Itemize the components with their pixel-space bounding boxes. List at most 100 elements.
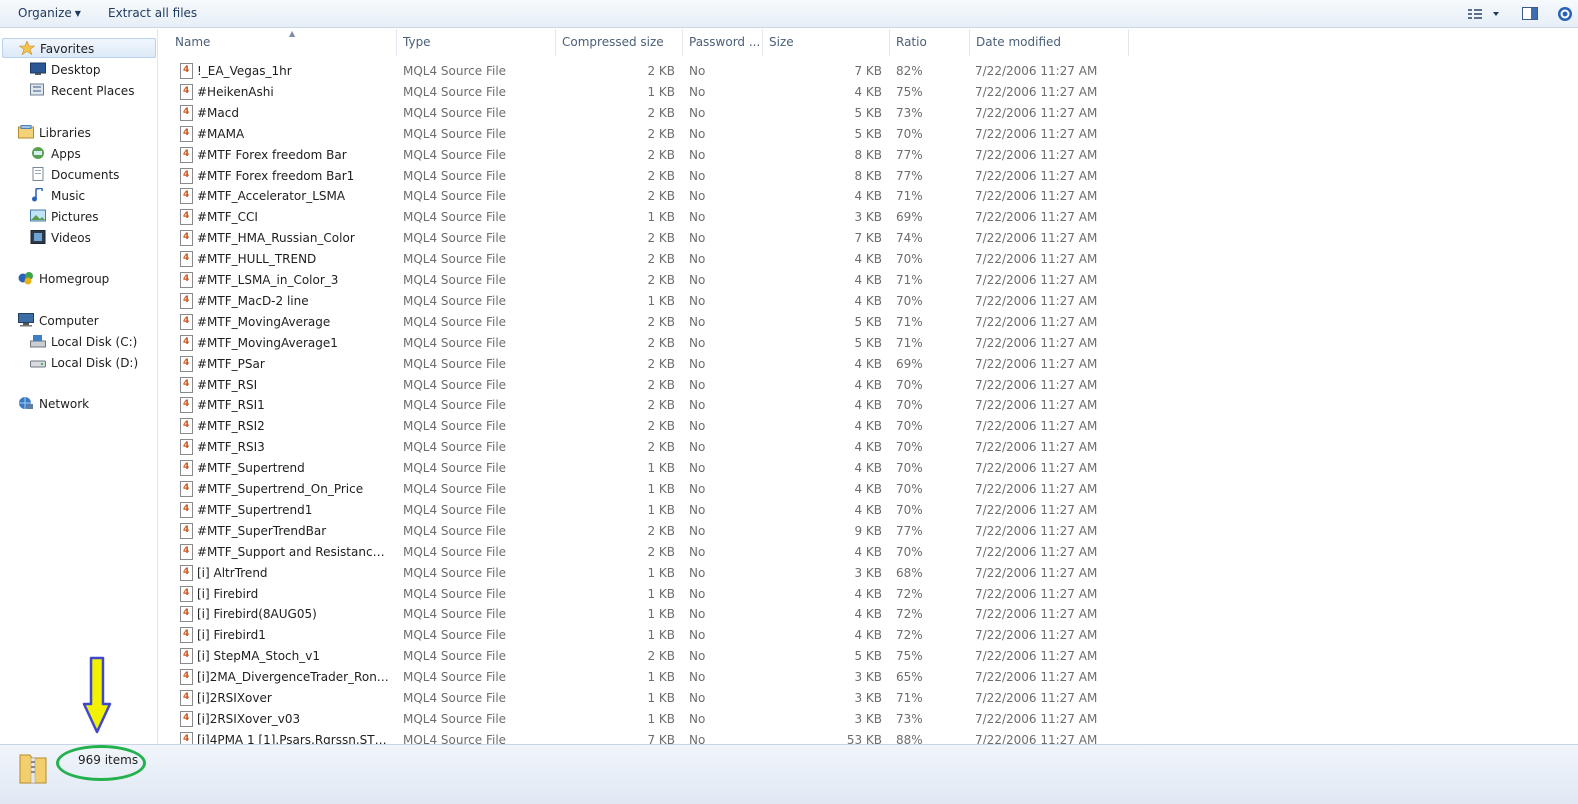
- table-row[interactable]: 4 #MTF_MacD-2 line MQL4 Source File 1 KB No 4…: [159, 291, 1578, 312]
- file-ratio: 88%: [896, 732, 923, 744]
- file-type: MQL4 Source File: [403, 189, 507, 204]
- table-row[interactable]: 4 [i] Firebird MQL4 Source File 1 KB No 4 KB 7…: [159, 584, 1578, 605]
- nav-network[interactable]: Network: [18, 394, 89, 414]
- column-header-name[interactable]: ▲ Name: [169, 29, 397, 56]
- file-type: MQL4 Source File: [403, 670, 507, 685]
- table-row[interactable]: 4 #MTF_RSI2 MQL4 Source File 2 KB No 4 KB 70% 7…: [159, 416, 1578, 437]
- table-row[interactable]: 4 [i] StepMA_Stoch_v1 MQL4 Source File 2 KB…: [159, 646, 1578, 667]
- file-size: 4 KB: [854, 252, 882, 267]
- column-header-size-label: Size: [769, 35, 794, 49]
- extract-all-button[interactable]: Extract all files: [108, 6, 197, 20]
- file-name: #MTF_HULL_TREND: [197, 252, 317, 267]
- table-row[interactable]: 4 #MTF_Supertrend_On_Price MQL4 Source Fil…: [159, 479, 1578, 500]
- table-row[interactable]: 4 #MTF_Support and Resistance (Bar... MQL4…: [159, 542, 1578, 563]
- table-row[interactable]: 4 #MTF_RSI1 MQL4 Source File 2 KB No 4 KB 70% 7…: [159, 395, 1578, 416]
- table-row[interactable]: 4 [i]2RSIXover MQL4 Source File 1 KB No 3 KB 7…: [159, 688, 1578, 709]
- column-header-date-modified[interactable]: Date modified: [970, 29, 1129, 56]
- file-ratio: 77%: [896, 147, 923, 162]
- table-row[interactable]: 4 [i]2RSIXover_v03 MQL4 Source File 1 KB No 3…: [159, 709, 1578, 730]
- table-row[interactable]: 4 #Macd MQL4 Source File 2 KB No 5 KB 73% 7/22/…: [159, 103, 1578, 124]
- file-name: #HeikenAshi: [197, 84, 274, 99]
- table-row[interactable]: 4 [i]4PMA 1 [1].Psars.Rgrssn.STD.V3 MQL4 S…: [159, 730, 1578, 744]
- nav-videos[interactable]: Videos: [30, 228, 91, 248]
- file-password: No: [689, 314, 706, 329]
- table-row[interactable]: 4 #MTF_RSI3 MQL4 Source File 2 KB No 4 KB 70% 7…: [159, 437, 1578, 458]
- table-row[interactable]: 4 #MTF_PSar MQL4 Source File 2 KB No 4 KB 69% 7…: [159, 354, 1578, 375]
- table-row[interactable]: 4 #MAMA MQL4 Source File 2 KB No 5 KB 70% 7/22/…: [159, 124, 1578, 145]
- mql4-file-icon: 4: [180, 439, 193, 456]
- file-type: MQL4 Source File: [403, 461, 507, 476]
- file-size: 8 KB: [854, 168, 882, 183]
- help-button[interactable]: [1555, 5, 1575, 23]
- table-row[interactable]: 4 #MTF_Supertrend MQL4 Source File 1 KB No 4 …: [159, 458, 1578, 479]
- chevron-down-icon: ▼: [74, 9, 81, 18]
- nav-apps[interactable]: Apps: [30, 144, 81, 164]
- mql4-file-icon: 4: [180, 167, 193, 184]
- file-name: [i] StepMA_Stoch_v1: [197, 649, 320, 664]
- table-row[interactable]: 4 [i] Firebird1 MQL4 Source File 1 KB No 4 KB…: [159, 625, 1578, 646]
- column-header-compressed-size[interactable]: Compressed size: [556, 29, 683, 56]
- file-ratio: 71%: [896, 691, 923, 705]
- nav-desktop[interactable]: Desktop: [30, 60, 101, 80]
- table-row[interactable]: 4 #MTF Forex freedom Bar1 MQL4 Source File…: [159, 166, 1578, 187]
- nav-local-disk-d[interactable]: Local Disk (D:): [30, 353, 138, 373]
- apps-icon: [32, 147, 44, 159]
- file-ratio: 70%: [896, 377, 923, 392]
- nav-music[interactable]: Music: [30, 186, 85, 206]
- table-row[interactable]: 4 #MTF Forex freedom Bar MQL4 Source File 2…: [159, 145, 1578, 166]
- file-date-modified: 7/22/2006 11:27 AM: [975, 293, 1098, 308]
- mql4-file-icon: 4: [180, 125, 193, 142]
- file-ratio: 72%: [896, 586, 923, 601]
- file-name: #MTF_HMA_Russian_Color: [197, 231, 355, 246]
- file-password: No: [689, 356, 706, 371]
- nav-homegroup[interactable]: Homegroup: [18, 269, 109, 289]
- table-row[interactable]: 4 #HeikenAshi MQL4 Source File 1 KB No 4 KB 75…: [159, 82, 1578, 103]
- preview-pane-button[interactable]: [1521, 5, 1539, 23]
- table-row[interactable]: 4 [i] Firebird(8AUG05) MQL4 Source File 1 K…: [159, 604, 1578, 625]
- file-size: 4 KB: [854, 293, 882, 308]
- table-row[interactable]: 4 #MTF_HMA_Russian_Color MQL4 Source File 2…: [159, 228, 1578, 249]
- table-row[interactable]: 4 #MTF_Supertrend1 MQL4 Source File 1 KB No 4…: [159, 500, 1578, 521]
- mql4-file-icon: 4: [180, 522, 193, 539]
- file-compressed-size: 1 KB: [647, 586, 675, 601]
- nav-computer[interactable]: Computer: [18, 311, 99, 331]
- file-name: [i] Firebird(8AUG05): [197, 607, 317, 622]
- file-ratio: 72%: [896, 607, 923, 622]
- column-header-size[interactable]: Size: [763, 29, 890, 56]
- table-row[interactable]: 4 #MTF_SuperTrendBar MQL4 Source File 2 KB N…: [159, 521, 1578, 542]
- nav-documents[interactable]: Documents: [30, 165, 119, 185]
- table-row[interactable]: 4 #MTF_RSI MQL4 Source File 2 KB No 4 KB 70% 7/…: [159, 375, 1578, 396]
- file-compressed-size: 2 KB: [647, 273, 675, 287]
- nav-recent-places[interactable]: Recent Places: [30, 81, 134, 101]
- table-row[interactable]: 4 #MTF_HULL_TREND MQL4 Source File 2 KB No 4 …: [159, 249, 1578, 270]
- table-row[interactable]: 4 #MTF_LSMA_in_Color_3 MQL4 Source File 2 K…: [159, 270, 1578, 291]
- table-row[interactable]: 4 #MTF_MovingAverage MQL4 Source File 2 KB N…: [159, 312, 1578, 333]
- file-date-modified: 7/22/2006 11:27 AM: [975, 628, 1098, 643]
- file-size: 53 KB: [846, 732, 882, 744]
- mql4-file-icon: 4: [180, 710, 193, 727]
- column-header-type[interactable]: Type: [397, 29, 556, 56]
- organize-button[interactable]: Organize ▼: [18, 6, 81, 20]
- table-row[interactable]: 4 [i] AltrTrend MQL4 Source File 1 KB No 3 KB…: [159, 563, 1578, 584]
- table-row[interactable]: 4 #MTF_CCI MQL4 Source File 1 KB No 3 KB 69% 7/…: [159, 207, 1578, 228]
- file-date-modified: 7/22/2006 11:27 AM: [975, 523, 1098, 538]
- annotation-ellipse: [56, 745, 146, 781]
- nav-libraries[interactable]: Libraries: [18, 123, 91, 143]
- nav-pictures[interactable]: Pictures: [30, 207, 99, 227]
- mql4-file-icon: 4: [180, 146, 193, 163]
- table-row[interactable]: 4 #MTF_Accelerator_LSMA MQL4 Source File 2 …: [159, 186, 1578, 207]
- file-date-modified: 7/22/2006 11:27 AM: [975, 273, 1098, 287]
- file-size: 4 KB: [854, 189, 882, 204]
- change-view-button[interactable]: [1466, 5, 1502, 23]
- table-row[interactable]: 4 [i]2MA_DivergenceTrader_Ron_MT... MQL4 S…: [159, 667, 1578, 688]
- nav-favorites[interactable]: Favorites: [2, 38, 156, 58]
- column-header-ratio[interactable]: Ratio: [890, 29, 970, 56]
- drive-icon: [30, 335, 46, 348]
- file-type: MQL4 Source File: [403, 314, 507, 329]
- table-row[interactable]: 4 #MTF_MovingAverage1 MQL4 Source File 2 KB…: [159, 333, 1578, 354]
- nav-local-disk-c[interactable]: Local Disk (C:): [30, 332, 137, 352]
- nav-videos-label: Videos: [51, 231, 91, 245]
- table-row[interactable]: 4 !_EA_Vegas_1hr MQL4 Source File 2 KB No 7 K…: [159, 61, 1578, 82]
- file-name: [i]2RSIXover: [197, 691, 272, 705]
- column-header-password[interactable]: Password ...: [683, 29, 763, 56]
